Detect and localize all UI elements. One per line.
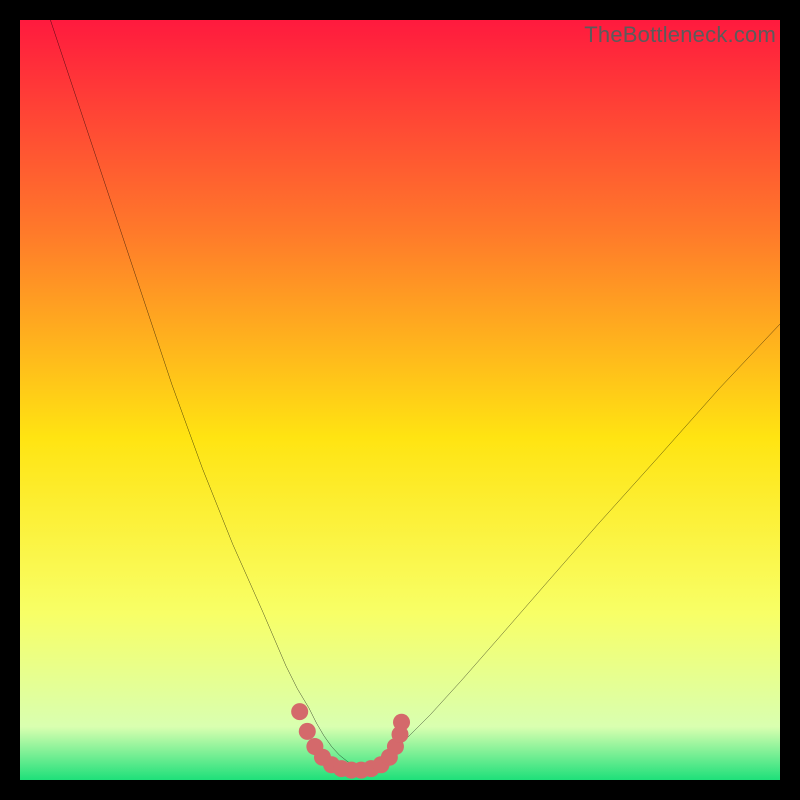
optimal-dot xyxy=(299,723,316,740)
watermark-text: TheBottleneck.com xyxy=(584,22,776,48)
optimal-dot xyxy=(291,703,308,720)
chart-frame: TheBottleneck.com xyxy=(0,0,800,800)
optimal-dot xyxy=(393,714,410,731)
gradient-background xyxy=(20,20,780,780)
chart-canvas xyxy=(20,20,780,780)
